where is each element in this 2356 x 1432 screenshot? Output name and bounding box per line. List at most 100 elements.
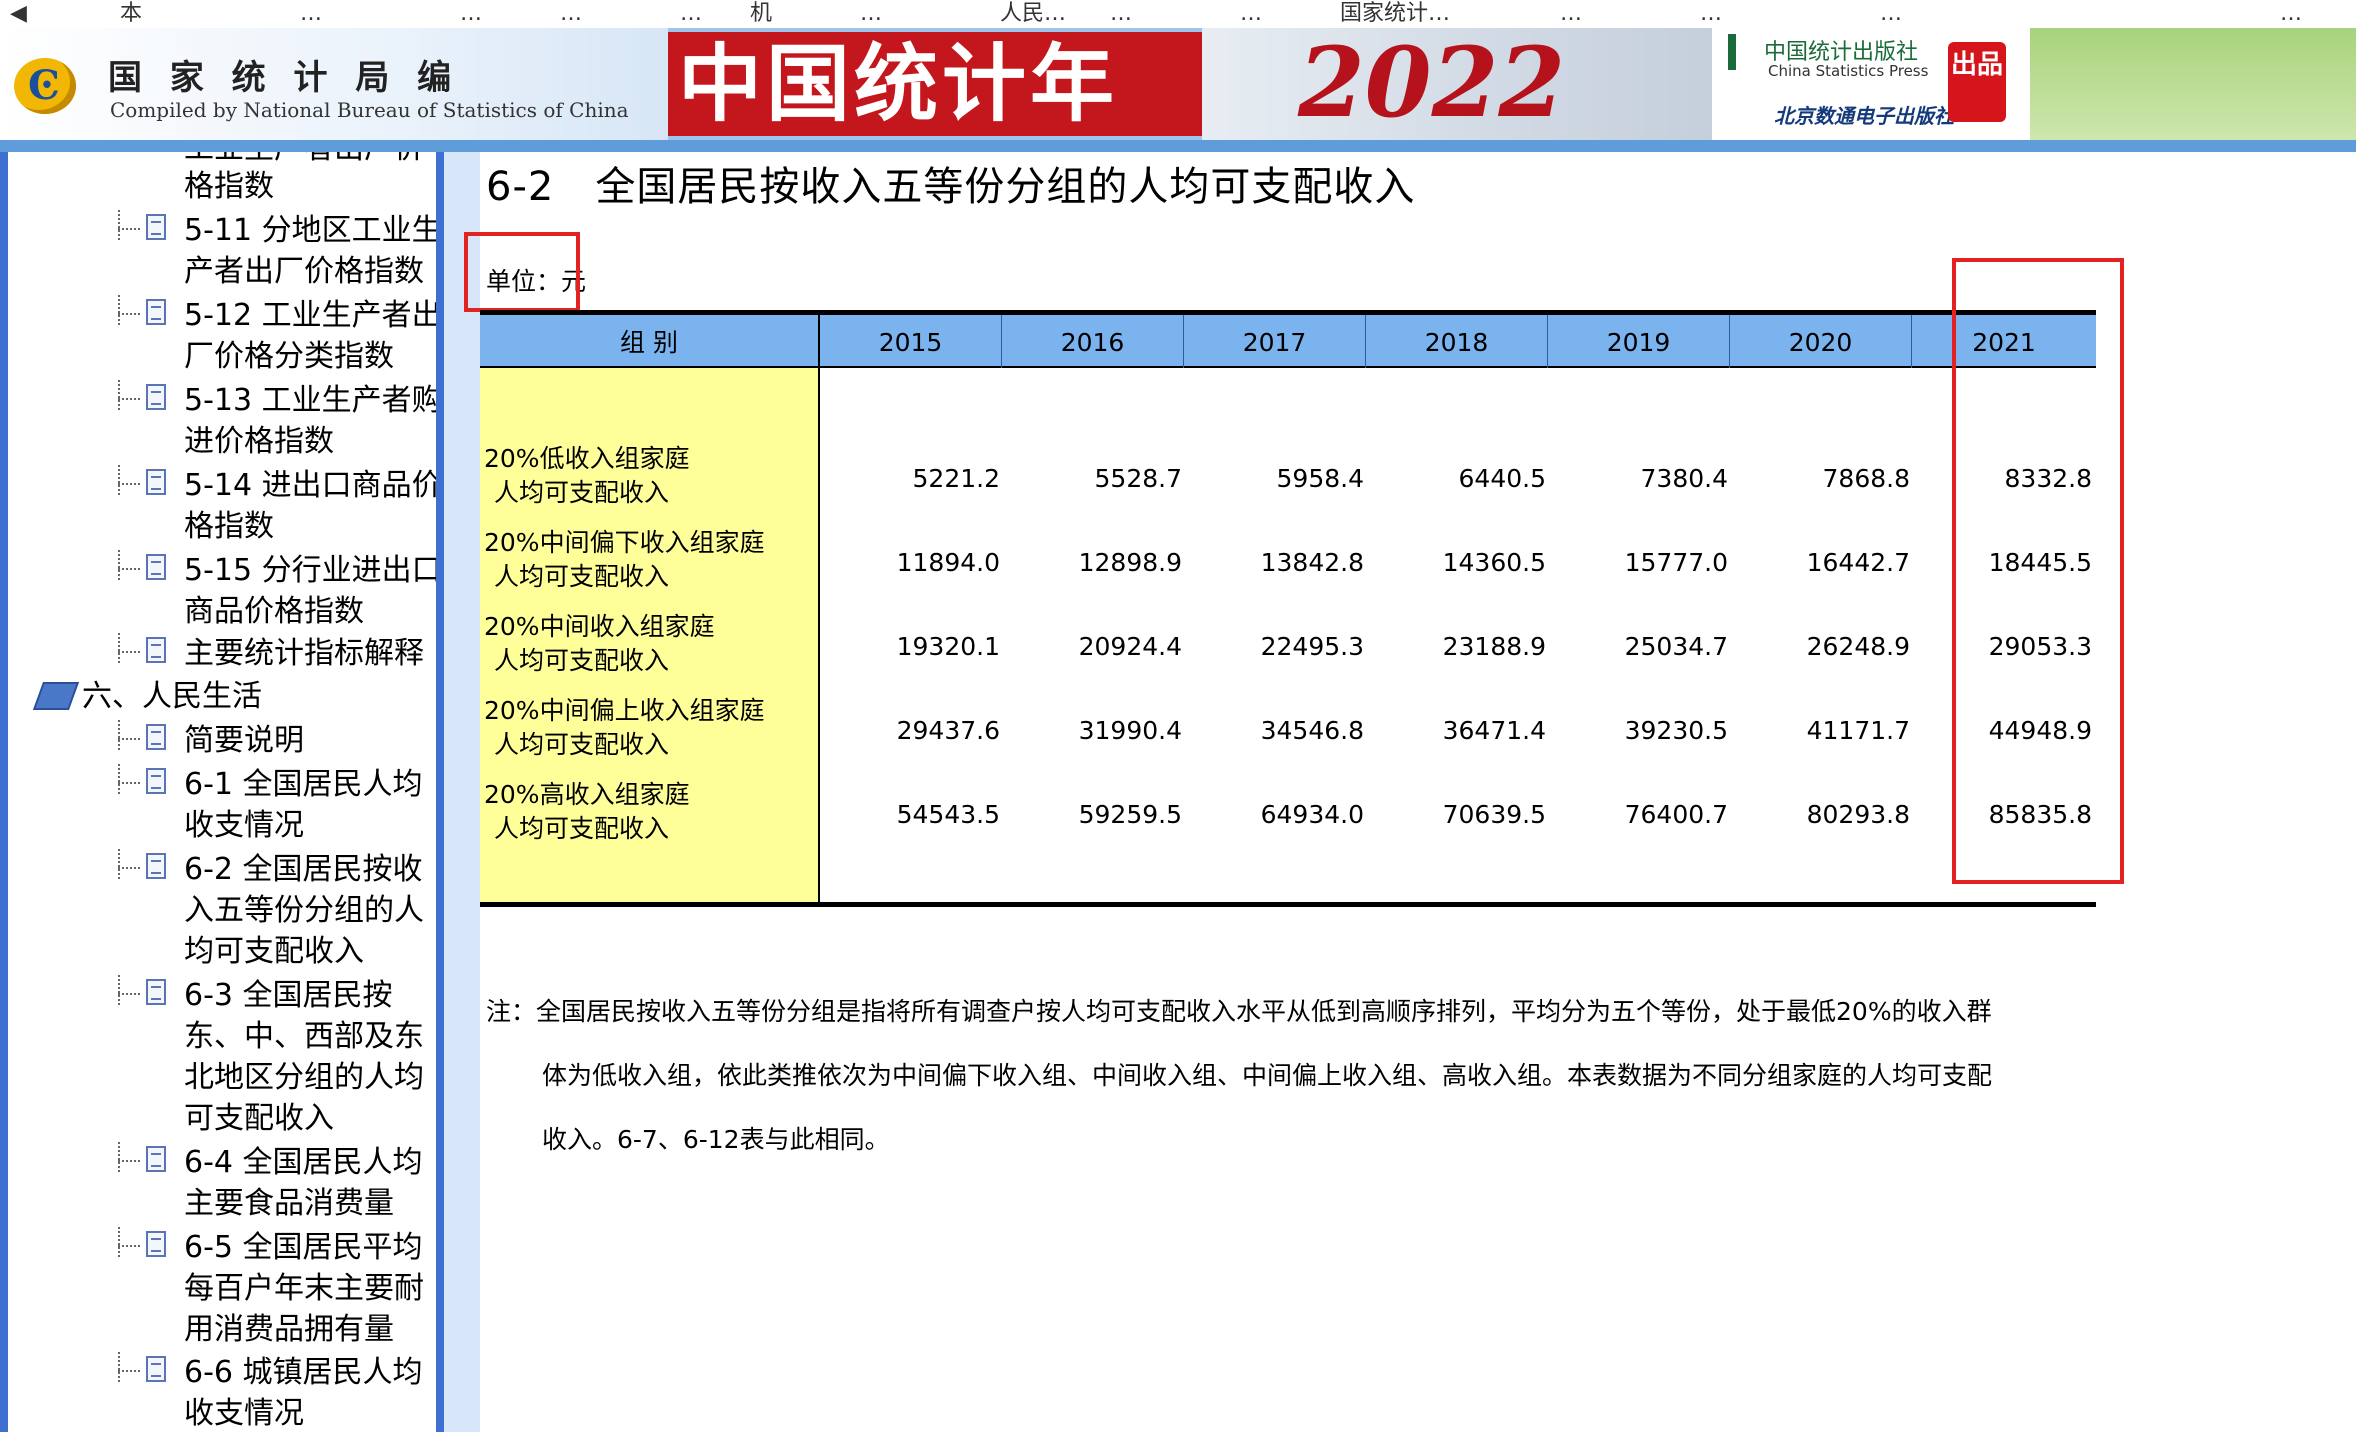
table-cell: 11894.0 bbox=[896, 548, 1000, 577]
table-cell: 39230.5 bbox=[1624, 716, 1728, 745]
table-header-group: 组 别 bbox=[480, 315, 820, 368]
tree-connector bbox=[118, 738, 140, 740]
document-icon bbox=[146, 1146, 166, 1172]
table-cell: 34546.8 bbox=[1260, 716, 1364, 745]
bookmark-item[interactable]: 国家统计… bbox=[1340, 2, 1450, 26]
yearbook-year-block: 2022 bbox=[1202, 28, 1712, 140]
bookmark-item[interactable]: ◀ bbox=[10, 2, 27, 26]
bookmark-item[interactable]: … bbox=[460, 2, 482, 26]
year-2021-highlight-box bbox=[1952, 258, 2124, 884]
header-org-block: Ͼ 国 家 统 计 局 编 Compiled by National Burea… bbox=[0, 28, 668, 140]
table-cell: 25034.7 bbox=[1624, 632, 1728, 661]
bookmark-item[interactable]: … bbox=[1240, 2, 1262, 26]
table-header-year: 2016 bbox=[1002, 315, 1184, 368]
sidebar-item-label[interactable]: 6-2 全国居民按收入五等份分组的人均可支配收入 bbox=[184, 849, 436, 972]
row-label-line1: 20%高收入组家庭 bbox=[484, 780, 690, 809]
tree-connector bbox=[118, 398, 140, 400]
tree-connector bbox=[118, 380, 120, 410]
tree-connector bbox=[118, 483, 140, 485]
row-label-line1: 20%中间偏下收入组家庭 bbox=[484, 528, 765, 557]
sidebar-item-label[interactable]: 格指数 bbox=[184, 166, 436, 207]
bookmark-item[interactable]: 机 bbox=[750, 2, 772, 26]
header-divider bbox=[0, 140, 2356, 152]
sidebar-tree[interactable]: 工业生产者出厂价 格指数 5-11 分地区工业生产者出厂价格指数 5-12 工业… bbox=[0, 152, 444, 1432]
table-cell: 41171.7 bbox=[1806, 716, 1910, 745]
publisher-block: 中国统计出版社 China Statistics Press 北京数通电子出版社… bbox=[1712, 28, 2030, 140]
bookmark-item[interactable]: … bbox=[1110, 2, 1132, 26]
sidebar-item-label[interactable]: 6-1 全国居民人均收支情况 bbox=[184, 764, 436, 846]
row-label: 20%中间偏上收入组家庭 人均可支配收入 bbox=[484, 694, 820, 762]
sidebar-gutter bbox=[444, 152, 480, 1432]
tree-connector bbox=[118, 295, 120, 325]
table-cell: 19320.1 bbox=[896, 632, 1000, 661]
sidebar-item-label[interactable]: 6-3 全国居民按东、中、西部及东北地区分组的人均可支配收入 bbox=[184, 975, 436, 1139]
document-icon bbox=[146, 1356, 166, 1382]
row-label-line2: 人均可支配收入 bbox=[494, 814, 670, 843]
section-label[interactable]: 六、人民生活 bbox=[82, 676, 262, 717]
main-content: 6-2 全国居民按收入五等份分组的人均可支配收入 单位：元 组 别 2015 2… bbox=[464, 152, 2356, 1432]
bookmark-item[interactable]: 本 bbox=[120, 2, 142, 26]
row-label-line1: 20%中间偏上收入组家庭 bbox=[484, 696, 765, 725]
yearbook-banner: 中国统计年鉴 bbox=[668, 32, 1202, 233]
tree-connector bbox=[118, 849, 120, 879]
org-name-en: Compiled by National Bureau of Statistic… bbox=[110, 98, 629, 122]
table-header-year: 2020 bbox=[1730, 315, 1912, 368]
table-cell: 76400.7 bbox=[1624, 800, 1728, 829]
sidebar-item-label[interactable]: 6-5 全国居民平均每百户年末主要耐用消费品拥有量 bbox=[184, 1227, 436, 1350]
bookmark-item[interactable]: … bbox=[560, 2, 582, 26]
sidebar-item-label[interactable]: 6-4 全国居民人均主要食品消费量 bbox=[184, 1142, 436, 1224]
table-cell: 16442.7 bbox=[1806, 548, 1910, 577]
table-header-year: 2018 bbox=[1366, 315, 1548, 368]
bookmark-item[interactable]: … bbox=[1880, 2, 1902, 26]
document-icon bbox=[146, 637, 166, 663]
bookmark-item[interactable]: … bbox=[2280, 2, 2302, 26]
table-cell: 7380.4 bbox=[1640, 464, 1728, 493]
tree-connector bbox=[118, 1352, 120, 1382]
bookmark-item[interactable]: 人民… bbox=[1000, 2, 1066, 26]
tree-connector bbox=[118, 210, 120, 240]
row-label-line1: 20%低收入组家庭 bbox=[484, 444, 690, 473]
sidebar-item-label[interactable]: 主要统计指标解释 bbox=[184, 633, 436, 674]
table-cell: 31990.4 bbox=[1078, 716, 1182, 745]
table-cell: 13842.8 bbox=[1260, 548, 1364, 577]
bookmarks-bar: ◀ 本 … … … … 机 … 人民… … … 国家统计… … … … … bbox=[0, 0, 2356, 30]
publisher-en: China Statistics Press bbox=[1768, 62, 1929, 80]
row-label: 20%中间收入组家庭 人均可支配收入 bbox=[484, 610, 820, 678]
table-cell: 80293.8 bbox=[1806, 800, 1910, 829]
document-icon bbox=[146, 1231, 166, 1257]
table-cell: 6440.5 bbox=[1458, 464, 1546, 493]
bookmark-item[interactable]: … bbox=[1700, 2, 1722, 26]
bookmark-item[interactable]: … bbox=[680, 2, 702, 26]
row-label-line2: 人均可支配收入 bbox=[494, 730, 670, 759]
tree-connector bbox=[118, 568, 140, 570]
table-cell: 15777.0 bbox=[1624, 548, 1728, 577]
table-cell: 7868.8 bbox=[1822, 464, 1910, 493]
table-cell: 5958.4 bbox=[1276, 464, 1364, 493]
tree-connector bbox=[118, 1227, 120, 1257]
table-cell: 5221.2 bbox=[912, 464, 1000, 493]
table-bottom-rule bbox=[480, 902, 2096, 907]
tree-connector bbox=[118, 465, 120, 495]
table-cell: 23188.9 bbox=[1442, 632, 1546, 661]
tree-connector bbox=[118, 1142, 120, 1172]
sidebar-item-label[interactable]: 5-14 进出口商品价格指数 bbox=[184, 465, 436, 547]
sidebar-item-label[interactable]: 5-12 工业生产者出厂价格分类指数 bbox=[184, 295, 436, 377]
table-cell: 36471.4 bbox=[1442, 716, 1546, 745]
bookmark-item[interactable]: … bbox=[1560, 2, 1582, 26]
sidebar-item-label[interactable]: 5-13 工业生产者购进价格指数 bbox=[184, 380, 436, 462]
sidebar-item-label[interactable]: 6-6 城镇居民人均收支情况 bbox=[184, 1352, 436, 1432]
sidebar-item-label[interactable]: 简要说明 bbox=[184, 720, 436, 761]
table-cell: 70639.5 bbox=[1442, 800, 1546, 829]
tree-connector bbox=[118, 228, 140, 230]
sidebar-item-label[interactable]: 5-15 分行业进出口商品价格指数 bbox=[184, 550, 436, 632]
bookmark-item[interactable]: … bbox=[860, 2, 882, 26]
note-line: 收入。6-7、6-12表与此相同。 bbox=[542, 1125, 890, 1154]
bookmark-item[interactable]: … bbox=[300, 2, 322, 26]
document-icon bbox=[146, 979, 166, 1005]
row-label-line2: 人均可支配收入 bbox=[494, 478, 670, 507]
document-icon bbox=[146, 768, 166, 794]
document-icon bbox=[146, 384, 166, 410]
table-cell: 22495.3 bbox=[1260, 632, 1364, 661]
tree-connector bbox=[118, 1245, 140, 1247]
sidebar-item-label[interactable]: 5-11 分地区工业生产者出厂价格指数 bbox=[184, 210, 436, 292]
